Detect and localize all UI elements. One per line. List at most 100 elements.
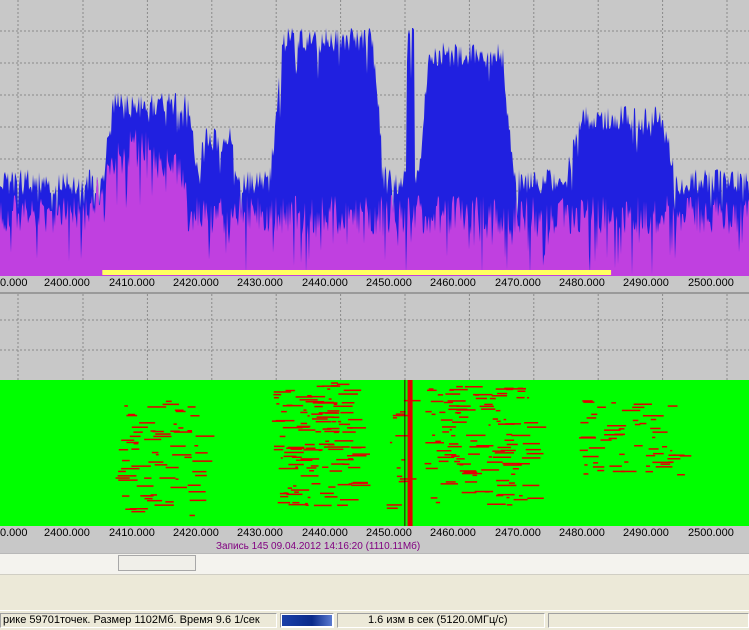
spectrum-plot[interactable] [0, 0, 749, 276]
waterfall-mark [118, 449, 129, 451]
tick-label: 2400.000 [44, 277, 90, 289]
waterfall-mark [432, 434, 436, 436]
waterfall-mark [125, 508, 137, 510]
waterfall-mark [340, 411, 354, 414]
waterfall-mark [652, 436, 656, 439]
waterfall-mark [162, 403, 179, 406]
waterfall-mark [188, 491, 206, 493]
waterfall-mark [484, 491, 490, 493]
waterfall-mark [447, 400, 466, 402]
waterfall-mark [497, 392, 508, 395]
tick-label: 2440.000 [302, 277, 348, 289]
waterfall-mark [115, 477, 130, 479]
horizontal-scrollbar[interactable] [0, 553, 749, 574]
blank-panel [0, 574, 749, 611]
tick-label: 0.000 [0, 527, 28, 539]
waterfall-mark [178, 427, 184, 429]
waterfall-mark [342, 463, 350, 465]
waterfall-mark [118, 479, 138, 481]
waterfall-mark [506, 496, 510, 499]
tick-label: 2410.000 [109, 277, 155, 289]
waterfall-mark [129, 435, 141, 438]
waterfall-display[interactable] [0, 380, 749, 526]
waterfall-mark [435, 501, 441, 504]
waterfall-mark [607, 425, 627, 427]
waterfall-mark [497, 484, 517, 487]
waterfall-mark [314, 405, 323, 408]
waterfall-mark [492, 456, 512, 458]
waterfall-mark [506, 388, 514, 391]
waterfall-mark [306, 467, 317, 469]
waterfall-mark [324, 430, 340, 433]
waterfall-mark [331, 420, 337, 423]
waterfall-mark [614, 433, 625, 436]
waterfall-mark [511, 473, 516, 475]
waterfall-mark [286, 447, 305, 449]
waterfall-mark [277, 501, 291, 504]
waterfall-mark [170, 445, 186, 447]
waterfall-mark [190, 415, 200, 417]
waterfall-mark [517, 390, 526, 392]
waterfall-mark [187, 406, 196, 408]
waterfall-mark [305, 447, 316, 449]
waterfall-mark [579, 437, 596, 439]
waterfall-mark [322, 401, 334, 404]
scrollbar-thumb[interactable] [118, 555, 196, 571]
waterfall-background [0, 380, 749, 526]
waterfall-mark [492, 418, 498, 420]
waterfall-mark [126, 414, 138, 417]
waterfall-mark [591, 413, 598, 416]
tick-label: 2400.000 [44, 527, 90, 539]
waterfall-mark [449, 429, 452, 431]
waterfall-mark [500, 449, 516, 452]
status-empty-panel [548, 613, 749, 628]
waterfall-mark [494, 452, 514, 454]
waterfall-mark [165, 501, 174, 503]
waterfall-mark [592, 466, 605, 468]
waterfall-mark [508, 482, 515, 484]
waterfall-mark [488, 456, 492, 458]
waterfall-mark [117, 475, 137, 477]
waterfall-mark [579, 449, 588, 452]
waterfall-mark [281, 410, 287, 413]
waterfall-mark [506, 443, 518, 446]
waterfall-mark [425, 410, 432, 413]
waterfall-mark [300, 475, 319, 477]
waterfall-mark [392, 417, 398, 419]
waterfall-mark [621, 409, 641, 412]
tick-label: 2480.000 [559, 527, 605, 539]
waterfall-mark [325, 440, 330, 442]
waterfall-mark [126, 441, 139, 444]
waterfall-mark [131, 465, 151, 467]
waterfall-mark [313, 504, 332, 507]
waterfall-mark [522, 484, 540, 487]
waterfall-mark [513, 498, 528, 501]
waterfall-mark [461, 491, 477, 494]
waterfall-mark [131, 426, 148, 428]
waterfall-mark [632, 406, 645, 409]
waterfall-mark [329, 470, 343, 472]
waterfall-mark [286, 493, 303, 496]
waterfall-mark [331, 416, 340, 419]
tick-label: 2450.000 [366, 527, 412, 539]
waterfall-mark [195, 452, 208, 454]
waterfall-mark [347, 455, 367, 457]
waterfall-mark [464, 481, 478, 483]
waterfall-mark [645, 470, 653, 473]
waterfall-carrier-edge [404, 380, 406, 526]
waterfall-mark [349, 427, 353, 429]
waterfall-mark [504, 439, 515, 441]
selection-bar[interactable] [102, 270, 612, 275]
waterfall-mark [512, 468, 519, 470]
grid-panel[interactable] [0, 294, 749, 380]
waterfall-mark [443, 401, 453, 404]
waterfall-mark [495, 409, 501, 412]
waterfall-mark [154, 464, 168, 466]
waterfall-mark [496, 420, 501, 423]
waterfall-mark [667, 405, 678, 407]
waterfall-mark [519, 495, 523, 497]
waterfall-mark [633, 403, 652, 405]
waterfall-mark [152, 430, 164, 433]
waterfall-mark [303, 409, 307, 411]
waterfall-mark [147, 406, 167, 408]
